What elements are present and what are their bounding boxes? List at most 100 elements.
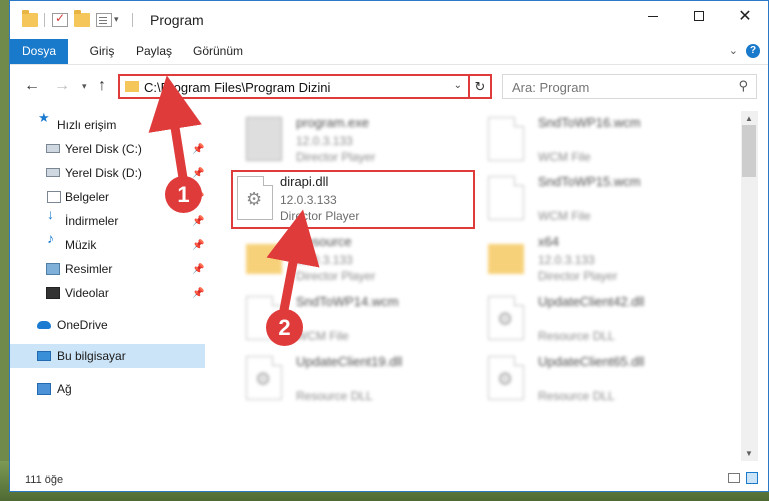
sidebar-item-label: OneDrive <box>57 318 108 332</box>
tab-file[interactable]: Dosya <box>10 39 68 64</box>
sidebar-item-onedrive[interactable]: OneDrive <box>10 313 205 337</box>
download-icon: ↓ <box>47 206 54 222</box>
tab-view[interactable]: Görünüm <box>186 39 250 64</box>
file-explorer-window: ✓ ▾ Program ✕ Dosya Giriş Paylaş Görünüm… <box>9 0 769 492</box>
file-item[interactable]: program.exe 12.0.3.133 Director Player <box>238 113 468 169</box>
sidebar-item-local-disk-c[interactable]: Yerel Disk (C:) 📌 <box>10 137 205 161</box>
file-name: UpdateClient19.dll <box>296 354 403 369</box>
sidebar-item-videos[interactable]: Videolar 📌 <box>10 281 205 305</box>
callout-badge-2: 2 <box>266 309 303 346</box>
forward-arrow-icon[interactable]: → <box>54 77 70 95</box>
sidebar-item-pictures[interactable]: Resimler 📌 <box>10 257 205 281</box>
scroll-down-icon[interactable]: ▼ <box>745 449 753 458</box>
music-icon: ♪ <box>47 230 54 246</box>
drive-icon <box>46 168 60 177</box>
pin-icon[interactable]: 📌 <box>192 288 204 299</box>
folder-icon <box>246 244 282 274</box>
file-item[interactable]: UpdateClient65.dll Resource DLL <box>480 352 710 408</box>
file-type: Resource DLL <box>538 329 615 343</box>
sidebar-item-this-pc[interactable]: Bu bilgisayar <box>10 344 205 368</box>
close-icon: ✕ <box>738 8 752 25</box>
drive-icon <box>46 144 60 153</box>
pin-icon[interactable]: 📌 <box>192 144 204 155</box>
sidebar-item-label: İndirmeler <box>65 214 119 228</box>
pin-icon[interactable]: 📌 <box>192 240 204 251</box>
file-type: WCM File <box>538 209 591 223</box>
expand-ribbon-chevron-icon[interactable]: ⌄ <box>729 44 738 57</box>
folder-icon <box>22 10 38 27</box>
file-name: SndToWP14.wcm <box>296 294 399 309</box>
toolbar-separator <box>44 13 45 27</box>
file-type: Resource DLL <box>538 389 615 403</box>
properties-check-icon[interactable]: ✓ <box>52 11 68 27</box>
sidebar-item-downloads[interactable]: ↓ İndirmeler 📌 <box>10 206 205 233</box>
address-path[interactable]: C:\Program Files\Program Dizini <box>144 80 330 95</box>
scroll-up-icon[interactable]: ▲ <box>745 114 753 123</box>
file-name: UpdateClient65.dll <box>538 354 645 369</box>
pin-icon[interactable]: 📌 <box>192 264 204 275</box>
sidebar-item-network[interactable]: Ağ <box>10 377 205 401</box>
network-icon <box>37 383 51 395</box>
sidebar-item-label: Ağ <box>57 382 72 396</box>
scroll-thumb[interactable] <box>742 125 756 177</box>
sidebar-item-label: Müzik <box>65 238 97 252</box>
exe-file-icon <box>246 117 282 161</box>
file-item[interactable]: SndToWP15.wcm WCM File <box>480 172 710 228</box>
file-item-dirapi-dll[interactable]: dirapi.dll 12.0.3.133 Director Player <box>231 170 475 229</box>
file-version: 12.0.3.133 <box>296 253 353 267</box>
properties-icon[interactable] <box>96 13 112 27</box>
minimize-button[interactable] <box>630 1 676 31</box>
dropdown-caret-icon[interactable]: ▾ <box>114 14 119 25</box>
pin-icon[interactable]: 📌 <box>192 168 204 179</box>
navigation-bar: ← → ▾ ↑ C:\Program Files\Program Dizini … <box>10 65 768 110</box>
help-icon[interactable]: ? <box>746 44 760 58</box>
details-view-icon[interactable] <box>728 473 740 483</box>
tab-home[interactable]: Giriş <box>82 39 122 64</box>
close-button[interactable]: ✕ <box>722 1 768 31</box>
sidebar-item-music[interactable]: ♪ Müzik 📌 <box>10 230 205 257</box>
file-item[interactable]: Resource 12.0.3.133 Director Player <box>238 232 468 288</box>
file-type: Director Player <box>296 269 376 283</box>
maximize-button[interactable] <box>676 1 722 31</box>
dll-file-icon <box>488 356 524 400</box>
file-version: 12.0.3.133 <box>280 193 337 207</box>
onedrive-icon <box>37 321 51 329</box>
recent-locations-chevron-icon[interactable]: ▾ <box>82 81 87 92</box>
dll-file-icon <box>488 296 524 340</box>
sidebar-item-label: Resimler <box>65 262 113 276</box>
sidebar-item-label: Yerel Disk (D:) <box>65 166 142 180</box>
status-bar: 111 öğe <box>10 461 768 491</box>
maximize-icon <box>694 11 704 21</box>
file-item[interactable]: SndToWP16.wcm WCM File <box>480 113 710 169</box>
ribbon-tabs: Dosya Giriş Paylaş Görünüm ⌄ ? <box>10 39 768 65</box>
tab-share[interactable]: Paylaş <box>131 39 177 64</box>
search-input[interactable] <box>503 75 734 100</box>
file-type: Director Player <box>538 269 618 283</box>
search-box[interactable]: ⚲ <box>502 74 757 100</box>
refresh-button[interactable]: ↻ <box>470 74 492 99</box>
file-name: program.exe <box>296 115 369 130</box>
vertical-scrollbar[interactable]: ▲ ▼ <box>741 111 758 461</box>
documents-icon <box>47 191 61 203</box>
sidebar-item-label: Hızlı erişim <box>57 118 117 132</box>
file-item[interactable]: UpdateClient42.dll Resource DLL <box>480 292 710 348</box>
pin-icon[interactable]: 📌 <box>192 216 204 227</box>
file-name: SndToWP16.wcm <box>538 115 641 130</box>
file-item[interactable]: UpdateClient19.dll Resource DLL <box>238 352 468 408</box>
new-folder-icon[interactable] <box>74 10 90 27</box>
document-file-icon <box>488 176 524 220</box>
file-name: SndToWP15.wcm <box>538 174 641 189</box>
minimize-icon <box>648 15 658 17</box>
up-arrow-icon[interactable]: ↑ <box>98 77 106 95</box>
file-item[interactable]: x64 12.0.3.133 Director Player <box>480 232 710 288</box>
back-arrow-icon[interactable]: ← <box>24 77 40 95</box>
star-icon: ★ <box>38 110 50 125</box>
address-bar[interactable]: C:\Program Files\Program Dizini ⌄ <box>118 74 470 99</box>
tiles-view-icon[interactable] <box>746 472 758 484</box>
address-dropdown-icon[interactable]: ⌄ <box>454 80 462 91</box>
file-name: x64 <box>538 234 559 249</box>
search-icon[interactable]: ⚲ <box>738 78 748 94</box>
videos-icon <box>46 287 60 299</box>
file-name: dirapi.dll <box>280 174 329 189</box>
sidebar-item-quick-access[interactable]: ★ Hızlı erişim <box>10 110 205 137</box>
